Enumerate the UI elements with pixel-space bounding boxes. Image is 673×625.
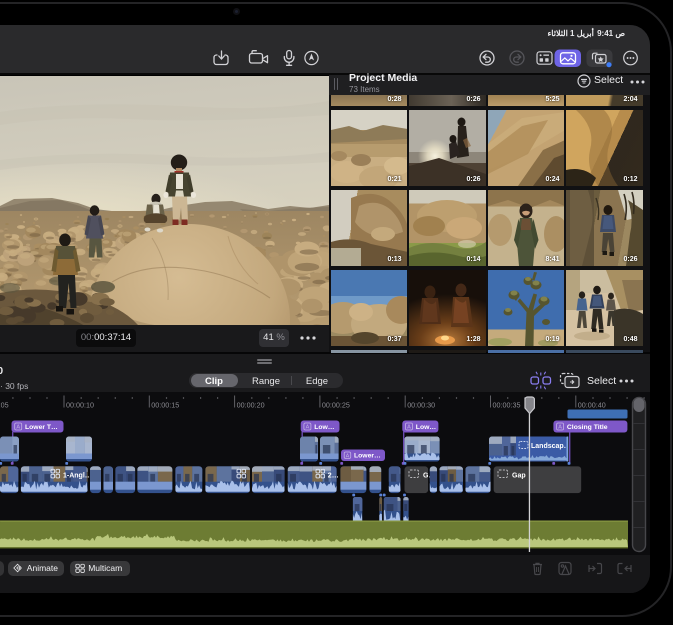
svg-text:2…: 2… xyxy=(328,472,339,479)
svg-text:A: A xyxy=(346,453,350,459)
svg-text:Lower T…: Lower T… xyxy=(25,424,58,431)
svg-text:00:00:30: 00:00:30 xyxy=(407,401,435,410)
svg-text:1-Angl…: 1-Angl… xyxy=(63,472,92,479)
svg-text:A: A xyxy=(558,425,562,431)
svg-text:A: A xyxy=(16,425,20,431)
svg-text:A: A xyxy=(306,425,310,431)
svg-text:Low…: Low… xyxy=(416,424,437,431)
svg-text:00:00:35: 00:00:35 xyxy=(493,401,521,410)
svg-text:Landscap…: Landscap… xyxy=(531,443,571,450)
svg-text:A: A xyxy=(407,425,411,431)
svg-text:00:00:05: 00:00:05 xyxy=(0,401,9,410)
svg-text:00:00:20: 00:00:20 xyxy=(237,401,265,410)
svg-text:Gap: Gap xyxy=(512,472,526,479)
svg-text:Lower…: Lower… xyxy=(354,452,381,459)
svg-text:00:00:15: 00:00:15 xyxy=(151,401,179,410)
svg-text:00:00:25: 00:00:25 xyxy=(322,401,350,410)
svg-text:Low…: Low… xyxy=(314,424,335,431)
svg-text:00:00:10: 00:00:10 xyxy=(66,401,94,410)
svg-text:00:00:40: 00:00:40 xyxy=(578,401,606,410)
svg-text:Closing Title: Closing Title xyxy=(567,424,608,431)
